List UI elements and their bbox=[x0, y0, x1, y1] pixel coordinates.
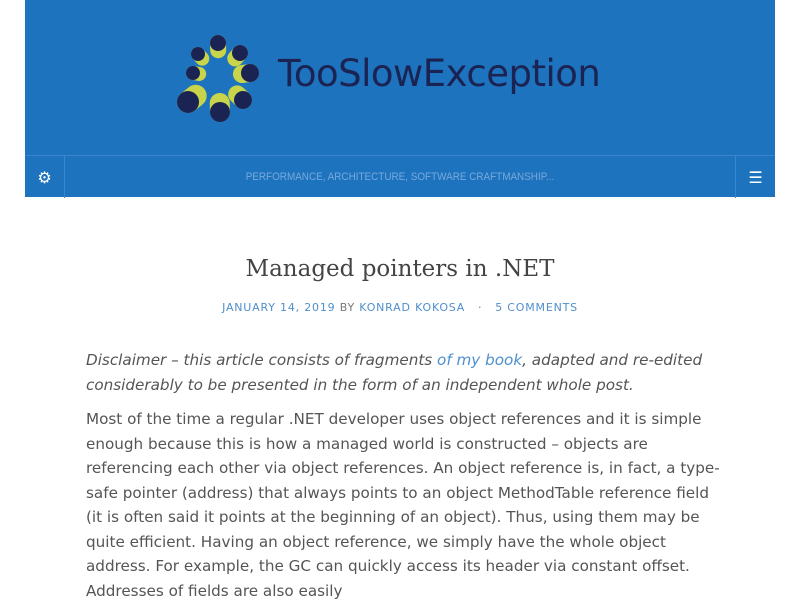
post-content: Disclaimer – this article consists of fr… bbox=[86, 348, 726, 613]
logo-dot bbox=[177, 91, 199, 113]
author-link[interactable]: KONRAD KOKOSA bbox=[359, 301, 465, 314]
logo-dot bbox=[210, 102, 230, 122]
comments-link[interactable]: 5 COMMENTS bbox=[495, 301, 578, 314]
site-header: TooSlowException ⚙ PERFORMANCE, ARCHITEC… bbox=[25, 0, 775, 197]
settings-button[interactable]: ⚙ bbox=[25, 156, 65, 198]
logo-dot bbox=[186, 66, 200, 80]
post-date-link[interactable]: JANUARY 14, 2019 bbox=[222, 301, 335, 314]
post-title: Managed pointers in .NET bbox=[0, 256, 800, 282]
meta-separator: · bbox=[478, 301, 482, 314]
post-meta: JANUARY 14, 2019 BY KONRAD KOKOSA · 5 CO… bbox=[0, 301, 800, 314]
nav-bar: ⚙ PERFORMANCE, ARCHITECTURE, SOFTWARE CR… bbox=[25, 155, 775, 198]
paragraph: Most of the time a regular .NET develope… bbox=[86, 407, 726, 603]
logo-dot bbox=[191, 47, 205, 61]
hamburger-menu-icon: ☰ bbox=[748, 168, 762, 187]
book-link[interactable]: of my book bbox=[437, 351, 522, 369]
site-logo[interactable] bbox=[25, 0, 285, 140]
disclaimer: Disclaimer – this article consists of fr… bbox=[86, 348, 726, 397]
gear-icon: ⚙ bbox=[37, 168, 51, 187]
disclaimer-text: Disclaimer – this article consists of fr… bbox=[86, 351, 437, 369]
logo-dot bbox=[241, 64, 259, 82]
logo-dot bbox=[232, 45, 248, 61]
logo-dot bbox=[234, 91, 252, 109]
by-label: BY bbox=[340, 301, 355, 314]
logo-dot bbox=[210, 35, 226, 51]
site-title[interactable]: TooSlowException bbox=[278, 52, 600, 95]
menu-button[interactable]: ☰ bbox=[735, 156, 775, 198]
site-tagline: PERFORMANCE, ARCHITECTURE, SOFTWARE CRAF… bbox=[99, 156, 702, 198]
